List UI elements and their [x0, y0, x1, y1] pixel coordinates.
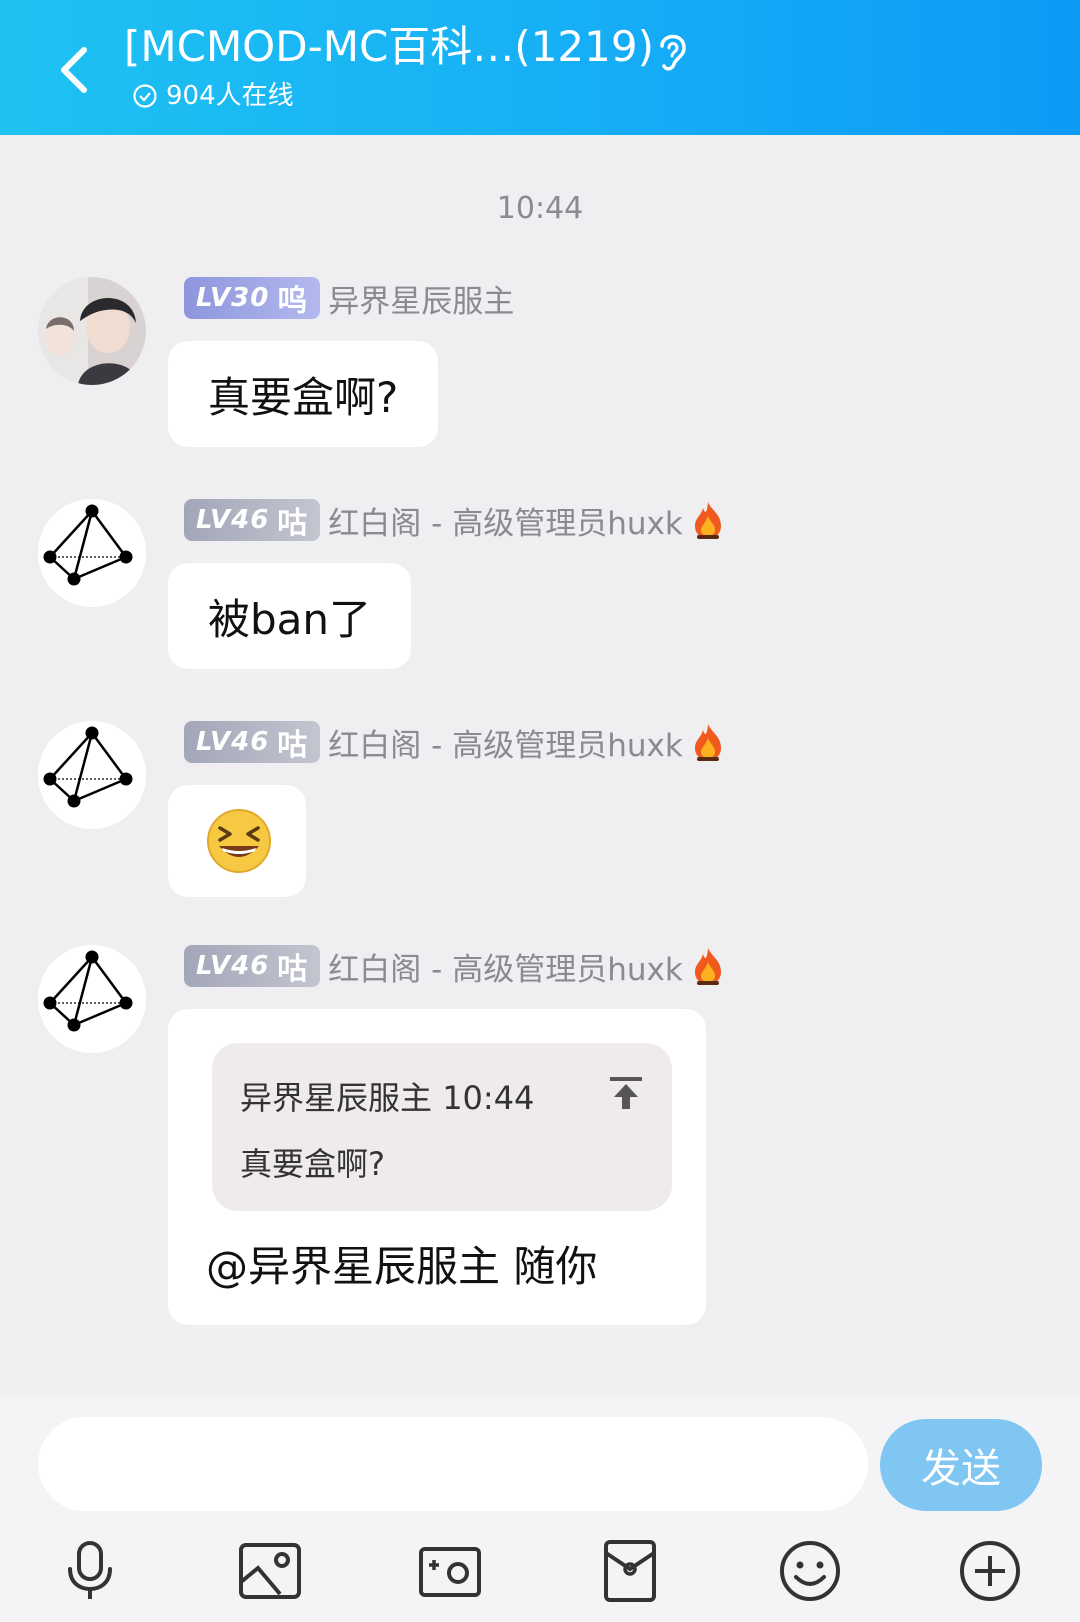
level-text: LV46	[196, 505, 270, 535]
avatar[interactable]	[38, 499, 146, 607]
level-badge: LV46 咕	[184, 945, 321, 987]
laughing-emoji-icon	[207, 809, 271, 873]
sender-name[interactable]: 红白阁 - 高级管理员huxk	[328, 720, 683, 765]
quote-header: 异界星辰服主 10:44	[240, 1073, 534, 1119]
image-button[interactable]	[230, 1531, 310, 1611]
fire-icon	[694, 724, 721, 761]
more-button[interactable]	[950, 1531, 1030, 1611]
avatar[interactable]	[38, 721, 146, 829]
sender-meta: LV46 咕 红白阁 - 高级管理员huxk	[184, 720, 725, 765]
voice-button[interactable]	[50, 1531, 130, 1611]
camera-button[interactable]	[410, 1531, 490, 1611]
message-text: 真要盒啊?	[208, 372, 399, 422]
quote-author: 异界星辰服主	[240, 1079, 433, 1117]
avatar[interactable]	[38, 277, 146, 385]
online-status[interactable]: 904人在线	[132, 78, 294, 114]
sender-name[interactable]: 异界星辰服主	[328, 276, 514, 321]
chat-header: [MCMOD-MC百科…(1219) 904人在线	[0, 0, 1080, 135]
camera-icon	[419, 1547, 481, 1597]
sender-meta: LV46 咕 红白阁 - 高级管理员huxk	[184, 944, 725, 989]
message-bubble[interactable]: 被ban了	[168, 563, 412, 669]
message-bubble[interactable]	[168, 785, 306, 897]
fire-icon	[694, 502, 721, 539]
level-text: LV46	[196, 727, 270, 757]
emoji-button[interactable]	[770, 1531, 850, 1611]
pyramid-avatar-icon	[38, 945, 146, 1053]
send-button[interactable]: 发送	[880, 1419, 1042, 1511]
message-list[interactable]: 10:44 LV30 呜 异界星辰服主 真要盒啊? LV46 咕 红白阁 - 高…	[0, 135, 1080, 1395]
level-text: LV30	[196, 283, 270, 313]
message-text: @异界星辰服主 随你	[206, 1242, 598, 1291]
pyramid-avatar-icon	[38, 721, 146, 829]
rank-text: 咕	[277, 506, 309, 541]
level-badge: LV46 咕	[184, 721, 321, 763]
rank-text: 咕	[277, 728, 309, 763]
emoji-icon	[780, 1541, 840, 1601]
level-badge: LV46 咕	[184, 499, 321, 541]
message-input[interactable]	[38, 1417, 868, 1511]
rank-text: 咕	[277, 952, 309, 987]
message-bubble[interactable]: 真要盒啊?	[168, 341, 439, 447]
chevron-left-icon	[61, 47, 87, 93]
pyramid-avatar-icon	[38, 499, 146, 607]
message-bubble[interactable]: 异界星辰服主 10:44 真要盒啊? @异界星辰服主 随你	[168, 1009, 706, 1325]
message-text: 被ban了	[208, 594, 372, 644]
input-toolbar	[0, 1521, 1080, 1621]
online-count: 904人在线	[166, 81, 294, 111]
level-text: LV46	[196, 951, 270, 981]
ear-icon[interactable]	[652, 26, 692, 76]
fire-icon	[694, 948, 721, 985]
sender-name[interactable]: 红白阁 - 高级管理员huxk	[328, 498, 683, 543]
group-title[interactable]: [MCMOD-MC百科…(1219)	[124, 20, 654, 74]
plus-icon	[960, 1541, 1020, 1601]
avatar[interactable]	[38, 945, 146, 1053]
check-circle-icon	[133, 84, 157, 108]
microphone-icon	[68, 1541, 112, 1599]
red-packet-icon	[604, 1540, 656, 1602]
quote-time: 10:44	[442, 1079, 535, 1117]
red-packet-button[interactable]	[590, 1531, 670, 1611]
sender-name[interactable]: 红白阁 - 高级管理员huxk	[328, 944, 683, 989]
back-button[interactable]	[52, 38, 102, 98]
time-separator: 10:44	[496, 191, 584, 226]
sender-meta: LV46 咕 红白阁 - 高级管理员huxk	[184, 498, 725, 543]
input-bar: 发送	[0, 1395, 1080, 1622]
rank-text: 呜	[277, 284, 309, 319]
avatar-image	[38, 277, 146, 385]
sender-meta: LV30 呜 异界星辰服主	[184, 276, 514, 321]
quoted-message[interactable]: 异界星辰服主 10:44 真要盒啊?	[212, 1043, 672, 1211]
level-badge: LV30 呜	[184, 277, 321, 319]
image-icon	[239, 1543, 301, 1599]
jump-to-top-icon[interactable]	[606, 1073, 646, 1113]
quote-text: 真要盒啊?	[240, 1145, 385, 1183]
